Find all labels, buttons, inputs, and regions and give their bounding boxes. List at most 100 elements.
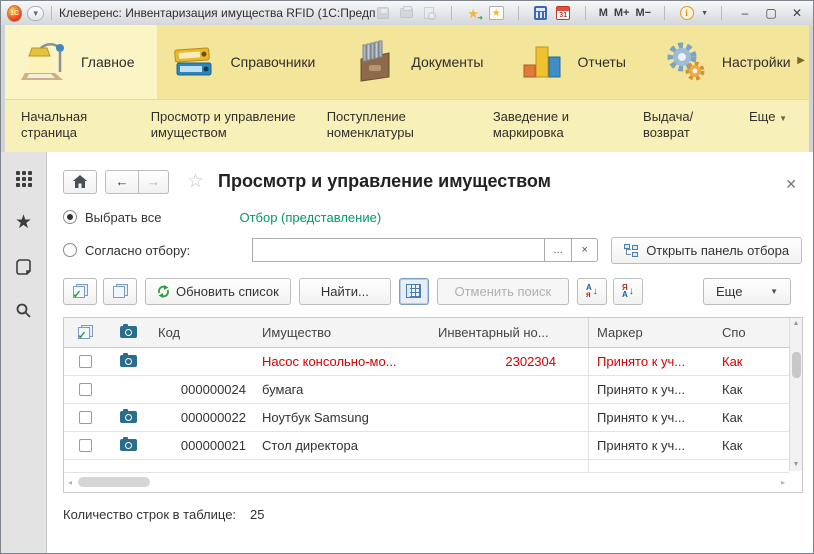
table-row[interactable]: 000000024 бумага Принято к уч... Как <box>64 376 802 404</box>
scroll-left-icon[interactable]: ◂ <box>68 478 72 487</box>
header-code[interactable]: Код <box>150 318 254 347</box>
horizontal-scrollbar[interactable]: ◂ ▸ <box>64 472 789 492</box>
add-favorite-icon[interactable]: ★ <box>465 5 482 21</box>
calendar-icon[interactable]: 31 <box>555 5 572 21</box>
app-window: 1С ▼ Клеверенс: Инвентаризация имущества… <box>0 0 814 554</box>
cancel-search-button[interactable]: Отменить поиск <box>437 278 569 305</box>
menu-item-issue-return[interactable]: Выдача/возврат <box>643 109 723 142</box>
save-icon[interactable] <box>375 5 392 21</box>
home-icon <box>73 175 87 188</box>
home-button[interactable] <box>63 170 97 194</box>
vscroll-thumb[interactable] <box>792 352 801 378</box>
menu-item-view-manage-assets[interactable]: Просмотр и управление имуществом <box>151 109 301 142</box>
main-menu-button[interactable]: ▼ <box>27 6 44 21</box>
menu-item-goods-receipt[interactable]: Поступление номенклатуры <box>327 109 467 142</box>
sort-ascending-button[interactable]: Ая↓ <box>577 278 607 305</box>
ribbon-tab-reports[interactable]: Отчеты <box>506 25 648 99</box>
cell-asset: Насос консольно-мо... <box>254 348 430 375</box>
ribbon-tab-documents[interactable]: Документы <box>337 25 505 99</box>
select-all-radio[interactable] <box>63 210 77 224</box>
maximize-button[interactable]: ▢ <box>761 5 781 21</box>
ribbon-overflow-icon[interactable]: ▶ <box>797 55 805 66</box>
menu-item-registration-marking[interactable]: Заведение и маркировка <box>493 109 617 142</box>
cell-marker: Принято к уч... <box>588 404 714 431</box>
header-marker[interactable]: Маркер <box>588 318 714 347</box>
ribbon-tab-label: Главное <box>81 54 135 70</box>
ribbon-tab-label: Справочники <box>231 54 316 70</box>
info-dropdown-icon[interactable]: ▼ <box>701 10 708 17</box>
divider <box>518 6 519 20</box>
cell-asset: бумага <box>254 376 430 403</box>
set-flags-button[interactable]: ✓ <box>63 278 97 305</box>
divider <box>51 6 52 20</box>
refresh-list-button[interactable]: Обновить список <box>145 278 291 305</box>
scroll-up-icon[interactable]: ▲ <box>793 318 800 330</box>
info-icon[interactable]: i <box>678 5 695 21</box>
open-filter-panel-button[interactable]: Открыть панель отбора <box>611 237 802 264</box>
cell-inventory <box>430 404 564 431</box>
header-check-column[interactable]: ✓ <box>64 318 106 347</box>
row-checkbox[interactable] <box>79 439 92 452</box>
favorites-icon[interactable]: ★ <box>488 5 505 21</box>
close-button[interactable]: ✕ <box>787 5 807 21</box>
memory-add-button[interactable]: M+ <box>614 7 630 19</box>
back-button[interactable]: ← <box>105 170 139 194</box>
divider <box>664 6 665 20</box>
print-preview-icon[interactable] <box>421 5 438 21</box>
table-settings-button[interactable] <box>399 278 429 305</box>
by-filter-radio[interactable] <box>63 243 77 257</box>
vertical-scrollbar[interactable]: ▲ ▼ <box>789 318 802 471</box>
calculator-icon[interactable] <box>532 5 549 21</box>
print-icon[interactable] <box>398 5 415 21</box>
menu-item-home[interactable]: Начальная страница <box>21 109 125 142</box>
ribbon-tab-settings[interactable]: Настройки <box>648 25 813 99</box>
table-row[interactable]: 000000021 Стол директора Принято к уч...… <box>64 432 802 460</box>
table-row[interactable]: Насос консольно-мо... 2302304 Принято к … <box>64 348 802 376</box>
filter-choose-button[interactable]: ... <box>544 238 571 262</box>
by-filter-label[interactable]: Согласно отбору: <box>85 243 190 258</box>
ribbon-tab-catalogs[interactable]: Справочники <box>157 25 338 99</box>
forward-button[interactable]: → <box>139 170 169 194</box>
search-icon[interactable] <box>13 300 35 322</box>
cell-inventory <box>430 376 564 403</box>
ribbon: Главное Справочники <box>5 25 809 99</box>
header-photo-column[interactable] <box>106 318 150 347</box>
favorite-star-icon[interactable]: ☆ <box>187 170 204 193</box>
sections-menu-icon[interactable] <box>13 168 35 190</box>
row-checkbox[interactable] <box>79 383 92 396</box>
cell-marker: Принято к уч... <box>588 376 714 403</box>
ribbon-tab-main[interactable]: Главное <box>5 25 157 99</box>
filter-tree-icon <box>624 244 638 257</box>
minimize-button[interactable]: – <box>735 5 755 21</box>
select-all-label[interactable]: Выбрать все <box>85 210 161 225</box>
filter-input[interactable] <box>252 238 544 262</box>
find-button[interactable]: Найти... <box>299 278 391 305</box>
table-row-partial <box>64 460 802 472</box>
header-inventory-number[interactable]: Инвентарный но... <box>430 318 564 347</box>
cell-code: 000000021 <box>150 432 254 459</box>
row-checkbox[interactable] <box>79 411 92 424</box>
favorites-star-icon[interactable]: ★ <box>13 212 35 234</box>
scroll-right-icon[interactable]: ▸ <box>781 478 785 487</box>
bar-chart-icon <box>520 39 566 85</box>
list-more-button[interactable]: Еще▼ <box>703 278 791 305</box>
menu-more-button[interactable]: Еще ▼ <box>749 109 787 124</box>
clear-flags-button[interactable] <box>103 278 137 305</box>
header-asset[interactable]: Имущество <box>254 318 430 347</box>
memory-recall-button[interactable]: M <box>599 7 608 19</box>
memory-subtract-button[interactable]: M− <box>635 7 651 19</box>
cell-code: 000000022 <box>150 404 254 431</box>
table-row[interactable]: 000000022 Ноутбук Samsung Принято к уч..… <box>64 404 802 432</box>
filter-clear-button[interactable]: × <box>571 238 598 262</box>
titlebar: 1С ▼ Клеверенс: Инвентаризация имущества… <box>1 1 813 25</box>
filter-view-label: Отбор (представление) <box>239 210 381 225</box>
check-pages-icon: ✓ <box>73 284 88 298</box>
hscroll-thumb[interactable] <box>78 477 150 487</box>
form-close-icon[interactable]: ✕ <box>785 176 797 193</box>
scroll-down-icon[interactable]: ▼ <box>793 459 800 471</box>
window-title: Клеверенс: Инвентаризация имущества RFID… <box>59 6 375 20</box>
row-checkbox[interactable] <box>79 355 92 368</box>
chevron-down-icon: ▼ <box>779 114 787 123</box>
sort-descending-button[interactable]: ЯА↓ <box>613 278 643 305</box>
history-icon[interactable] <box>13 256 35 278</box>
